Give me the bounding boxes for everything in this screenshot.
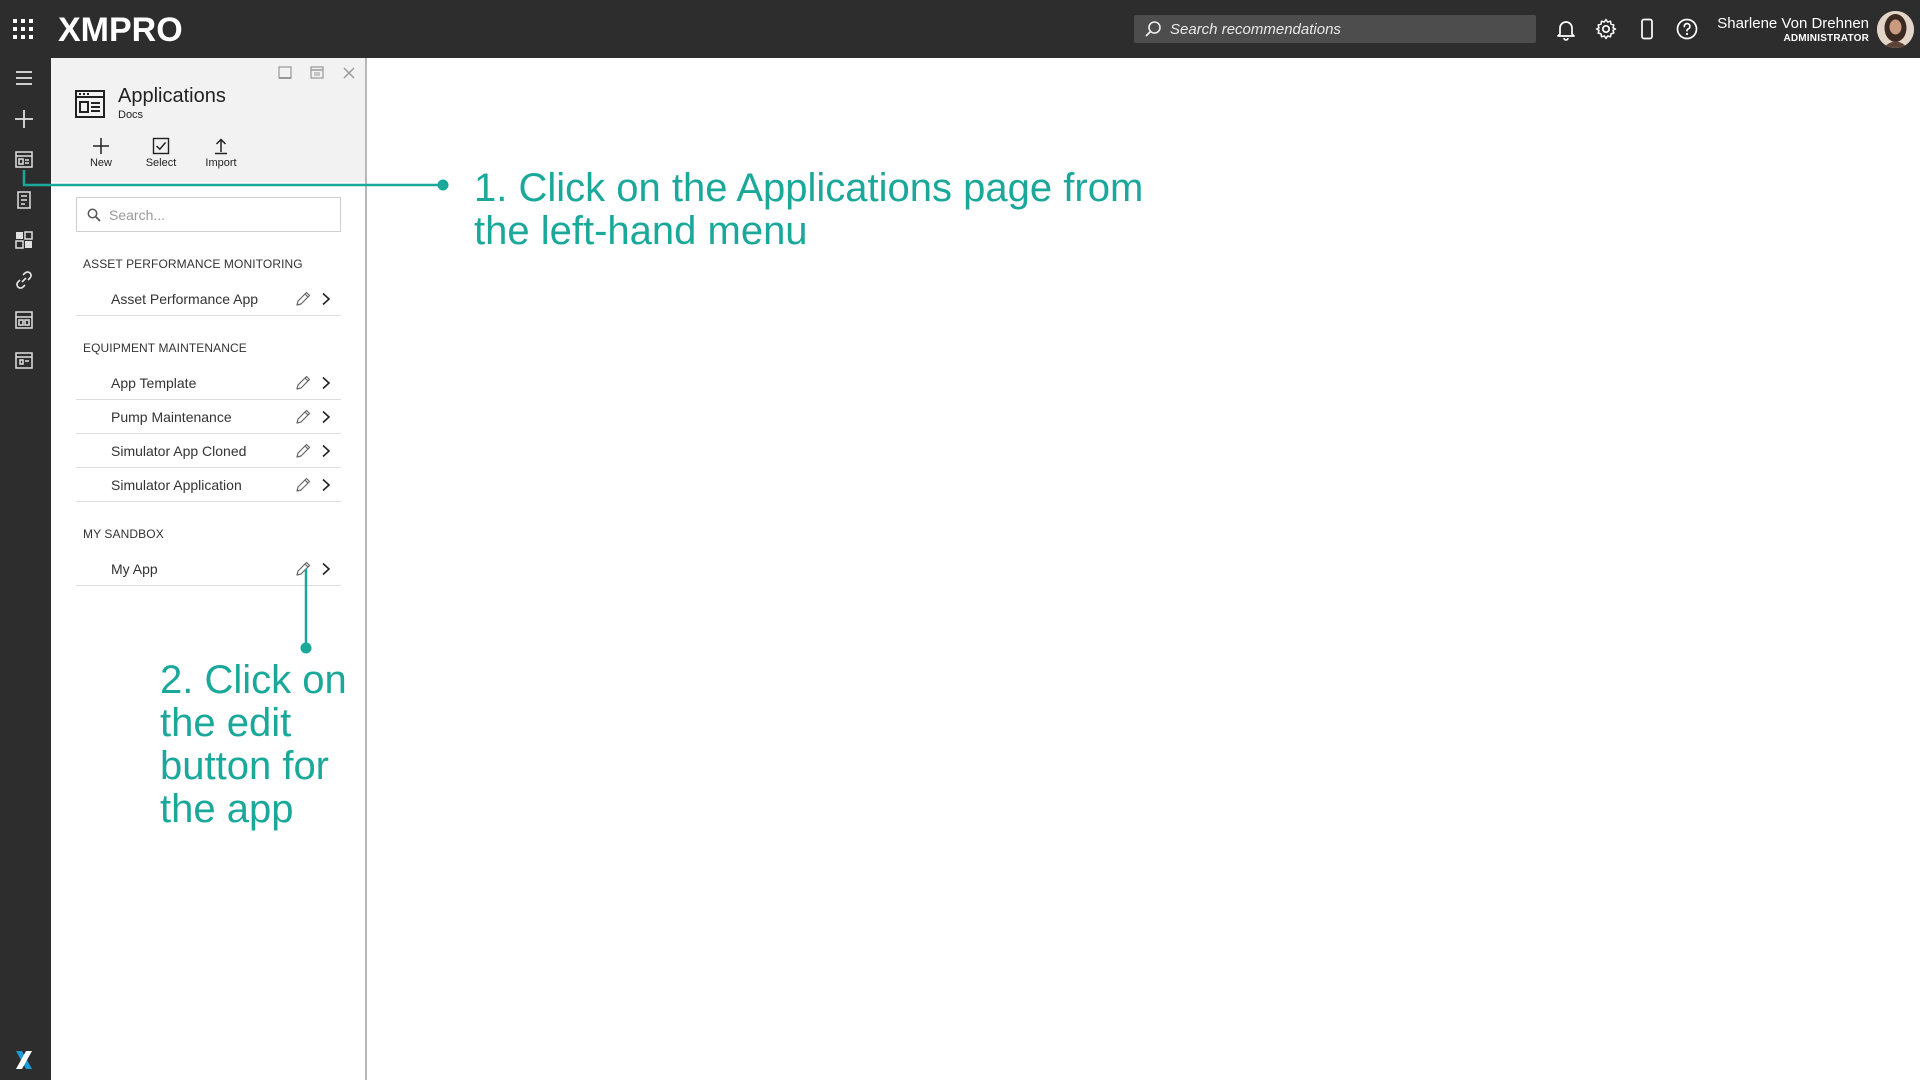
user-name: Sharlene Von Drehnen: [1717, 15, 1869, 32]
upload-icon: [215, 138, 227, 155]
new-button[interactable]: New: [76, 137, 126, 169]
list-item[interactable]: Asset Performance App: [76, 282, 341, 316]
edit-pencil-icon[interactable]: [294, 290, 312, 308]
plus-icon: [93, 138, 109, 154]
app-name: Asset Performance App: [111, 291, 259, 307]
edit-pencil-icon[interactable]: [294, 374, 312, 392]
annotation-step-2: 2. Click on the edit button for the app: [160, 659, 380, 831]
mobile-icon[interactable]: [1635, 17, 1659, 41]
help-icon[interactable]: [1675, 17, 1699, 41]
page-subtitle: Docs: [118, 109, 144, 121]
annotation-step-2-line: the edit: [160, 701, 292, 745]
group-header-equipment-maintenance: EQUIPMENT MAINTENANCE: [83, 341, 247, 355]
xmpro-logo-icon[interactable]: [14, 1048, 34, 1072]
annotation-step-2-line: 2. Click on: [160, 658, 347, 702]
top-bar: XMPRO Search recommendations Sharlene Vo…: [0, 0, 1920, 58]
app-search-input[interactable]: [109, 206, 329, 223]
chevron-right-icon[interactable]: [319, 410, 333, 424]
gear-icon[interactable]: [1594, 17, 1618, 41]
xmpro-logo[interactable]: XMPRO: [58, 11, 183, 50]
plus-icon[interactable]: [13, 108, 35, 130]
list-item[interactable]: Pump Maintenance: [76, 400, 341, 434]
user-role: ADMINISTRATOR: [1783, 33, 1869, 44]
list-item[interactable]: Simulator Application: [76, 468, 341, 502]
edit-pencil-icon[interactable]: [294, 408, 312, 426]
user-info[interactable]: Sharlene Von Drehnen ADMINISTRATOR: [1717, 15, 1869, 44]
annotation-step-2-line: the app: [160, 787, 294, 831]
chevron-right-icon[interactable]: [319, 562, 333, 576]
applications-icon[interactable]: [13, 149, 35, 171]
app-name: Simulator Application: [111, 477, 242, 493]
app-search-field[interactable]: [76, 197, 341, 232]
data-streams-icon[interactable]: [13, 309, 35, 331]
list-item[interactable]: App Template: [76, 366, 341, 400]
edit-pencil-icon[interactable]: [294, 476, 312, 494]
bell-icon[interactable]: [1554, 17, 1578, 41]
group-header-asset-performance-monitoring: ASSET PERFORMANCE MONITORING: [83, 257, 303, 271]
search-placeholder: Search recommendations: [1170, 20, 1341, 38]
recommendations-icon[interactable]: [13, 189, 35, 211]
app-name: Simulator App Cloned: [111, 443, 247, 459]
applications-icon: [75, 90, 105, 118]
integrations-link-icon[interactable]: [13, 269, 35, 291]
search-icon: [1145, 21, 1161, 37]
avatar[interactable]: [1877, 11, 1914, 48]
new-label: New: [89, 157, 112, 169]
dashboard-icon[interactable]: [13, 229, 35, 251]
search-icon: [87, 208, 101, 222]
hamburger-menu-icon[interactable]: [13, 67, 35, 89]
annotation-step-1-line-2: the left-hand menu: [474, 209, 808, 253]
left-nav: [0, 58, 51, 1080]
list-item[interactable]: Simulator App Cloned: [76, 434, 341, 468]
select-button[interactable]: Select: [136, 137, 186, 169]
checkbox-icon: [152, 137, 170, 155]
app-name: My App: [111, 561, 158, 577]
calendar-icon[interactable]: [13, 349, 35, 371]
list-item[interactable]: My App: [76, 552, 341, 586]
chevron-right-icon[interactable]: [319, 478, 333, 492]
apps-grid-icon[interactable]: [12, 18, 34, 40]
annotation-step-1: 1. Click on the Applications page from t…: [474, 167, 1234, 253]
import-label: Import: [205, 157, 237, 169]
chevron-right-icon[interactable]: [319, 444, 333, 458]
chevron-right-icon[interactable]: [319, 292, 333, 306]
annotation-step-2-line: button for: [160, 744, 330, 788]
maximize-icon[interactable]: [309, 65, 325, 81]
edit-pencil-icon[interactable]: [294, 560, 312, 578]
minimize-icon[interactable]: [277, 65, 293, 81]
applications-panel: Applications Docs New Select Import ASSE…: [51, 58, 367, 1080]
page-title: Applications: [118, 85, 226, 107]
app-name: App Template: [111, 375, 197, 391]
panel-header: Applications Docs New Select Import: [51, 58, 365, 182]
annotation-step-1-line-1: 1. Click on the Applications page from: [474, 166, 1144, 210]
app-name: Pump Maintenance: [111, 409, 232, 425]
import-button[interactable]: Import: [196, 137, 246, 169]
edit-pencil-icon[interactable]: [294, 442, 312, 460]
group-header-my-sandbox: MY SANDBOX: [83, 527, 164, 541]
recommendations-search[interactable]: Search recommendations: [1134, 15, 1536, 43]
select-label: Select: [145, 157, 177, 169]
chevron-right-icon[interactable]: [319, 376, 333, 390]
close-icon[interactable]: [341, 65, 357, 81]
